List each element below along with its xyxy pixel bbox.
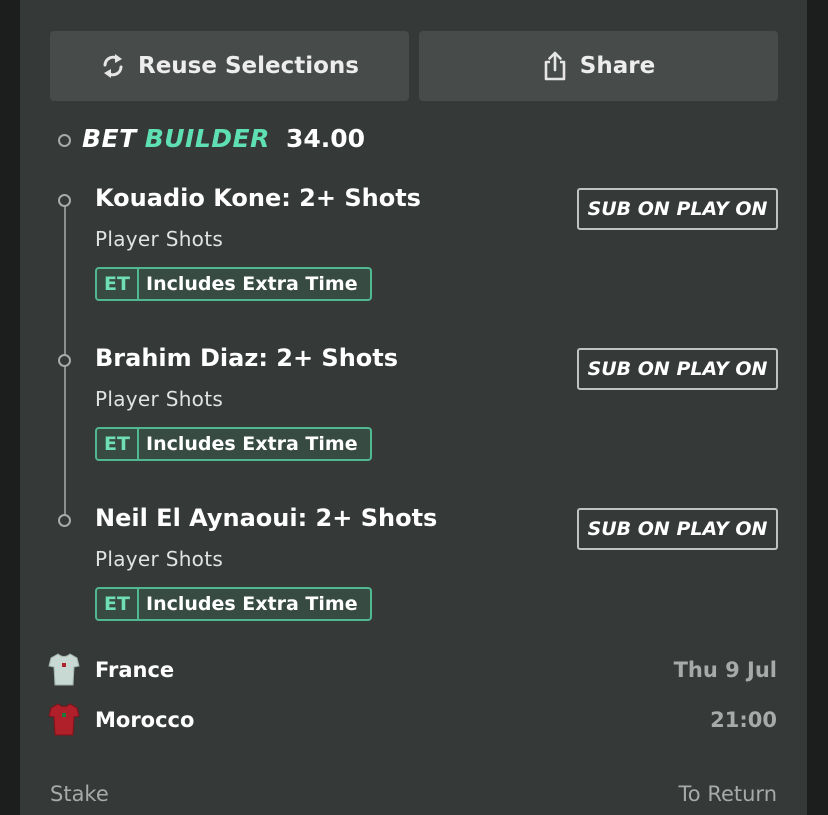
bet-builder-title: BET BUILDER <box>82 124 270 153</box>
share-icon <box>544 51 566 81</box>
leg-title: Neil El Aynaoui: 2+ Shots <box>95 504 438 532</box>
extra-time-code: ET <box>97 269 139 299</box>
extra-time-text: Includes Extra Time <box>146 593 358 615</box>
bet-builder-bet-label: BET <box>82 124 137 153</box>
stake-label: Stake <box>50 782 109 806</box>
share-button[interactable]: Share <box>419 31 778 101</box>
extra-time-badge: ET Includes Extra Time <box>95 427 372 461</box>
bet-builder-node-icon <box>58 134 71 147</box>
bet-slip-card: Reuse Selections Share BET BUILDER 34.00 … <box>20 0 807 815</box>
sub-on-play-on-badge[interactable]: SUB ON PLAY ON <box>577 508 778 550</box>
extra-time-text: Includes Extra Time <box>146 273 358 295</box>
away-team-row: Morocco 21:00 <box>20 702 807 742</box>
sub-on-play-on-badge[interactable]: SUB ON PLAY ON <box>577 188 778 230</box>
selection-leg: Neil El Aynaoui: 2+ Shots Player Shots E… <box>20 504 807 664</box>
sub-on-play-on-badge[interactable]: SUB ON PLAY ON <box>577 348 778 390</box>
leg-market: Player Shots <box>95 547 224 571</box>
selection-leg: Kouadio Kone: 2+ Shots Player Shots ET I… <box>20 184 807 344</box>
extra-time-badge: ET Includes Extra Time <box>95 267 372 301</box>
share-label: Share <box>579 53 656 79</box>
shirt-icon <box>48 703 80 736</box>
leg-market: Player Shots <box>95 227 224 251</box>
home-team-row: France Thu 9 Jul <box>20 652 807 692</box>
match-time: 21:00 <box>710 708 777 732</box>
leg-node-icon <box>58 514 71 527</box>
leg-node-icon <box>58 194 71 207</box>
reuse-selections-button[interactable]: Reuse Selections <box>50 31 409 101</box>
away-team-name: Morocco <box>95 708 195 732</box>
extra-time-text: Includes Extra Time <box>146 433 358 455</box>
leg-title: Kouadio Kone: 2+ Shots <box>95 184 421 212</box>
extra-time-code: ET <box>97 589 139 619</box>
leg-title: Brahim Diaz: 2+ Shots <box>95 344 399 372</box>
bet-builder-odds: 34.00 <box>286 124 366 153</box>
leg-market: Player Shots <box>95 387 224 411</box>
extra-time-badge: ET Includes Extra Time <box>95 587 372 621</box>
selection-leg: Brahim Diaz: 2+ Shots Player Shots ET In… <box>20 344 807 504</box>
extra-time-code: ET <box>97 429 139 459</box>
home-team-name: France <box>95 658 175 682</box>
leg-node-icon <box>58 354 71 367</box>
reuse-selections-label: Reuse Selections <box>137 53 359 79</box>
bet-builder-builder-label: BUILDER <box>144 124 270 153</box>
to-return-label: To Return <box>678 782 777 806</box>
refresh-icon <box>103 54 123 78</box>
match-date: Thu 9 Jul <box>673 658 777 682</box>
shirt-icon <box>48 653 80 686</box>
